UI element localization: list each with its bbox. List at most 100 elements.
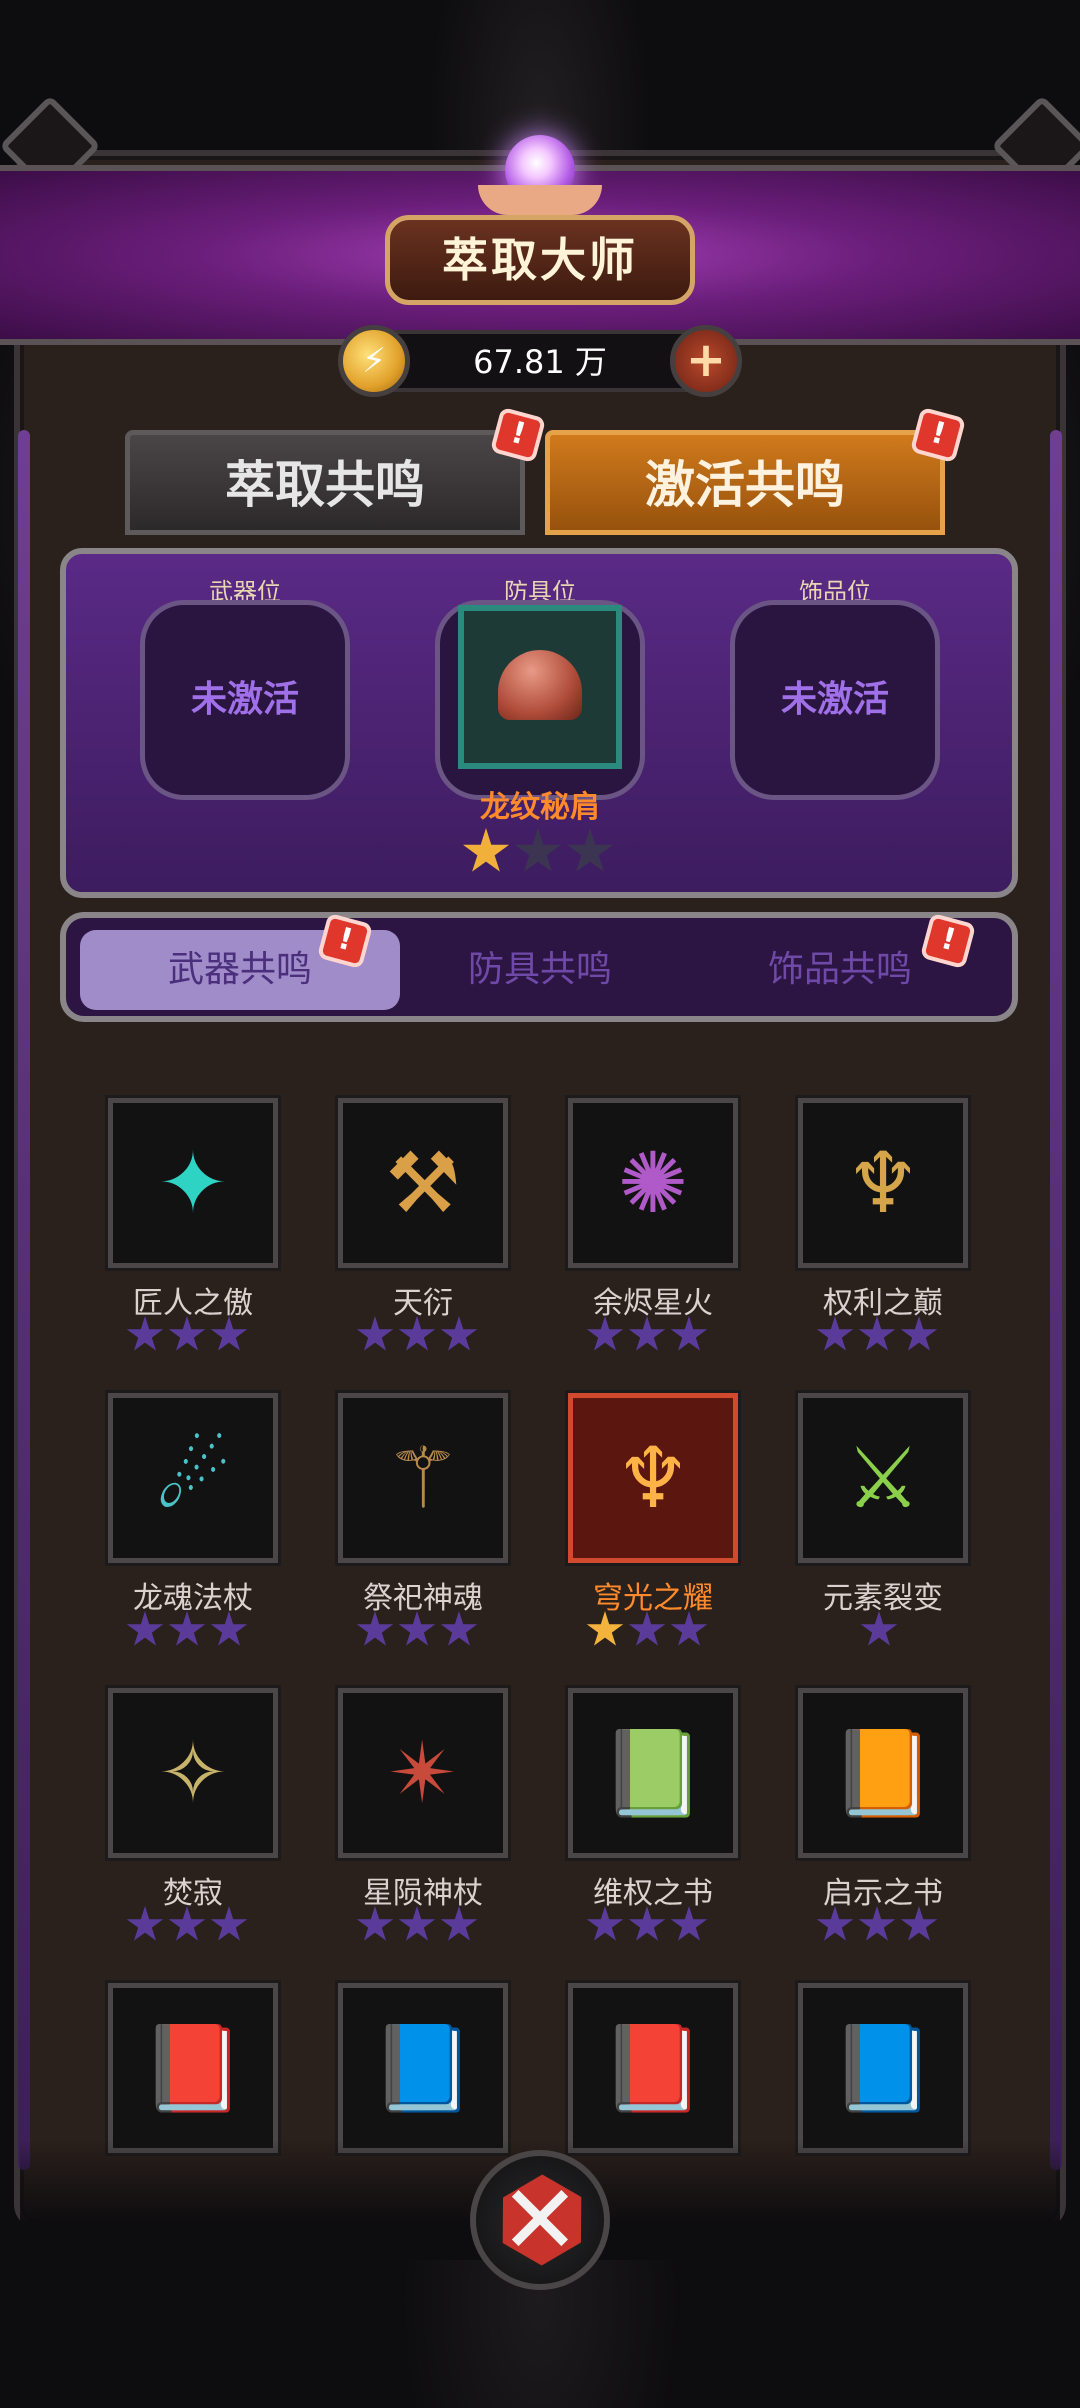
subtab-armor-resonance[interactable]: 防具共鸣 (380, 930, 700, 1010)
item-frame[interactable]: ☄ (105, 1390, 281, 1566)
tab-activate-resonance[interactable]: 激活共鸣 (545, 430, 945, 535)
star-icon (126, 1611, 164, 1646)
weapon-icon: 📙 (830, 1723, 936, 1822)
star-icon (628, 1906, 666, 1941)
item-cell[interactable]: ✺ 余烬星火 (560, 1090, 790, 1370)
item-frame[interactable]: ♆ (795, 1095, 971, 1271)
item-stars (126, 1611, 248, 1649)
item-frame[interactable]: ♆ (565, 1390, 741, 1566)
item-stars (816, 1906, 938, 1944)
item-stars (356, 1611, 478, 1649)
star-icon (356, 1906, 394, 1941)
star-icon (210, 1316, 248, 1351)
star-icon (858, 1906, 896, 1941)
weapon-icon: 📗 (600, 1723, 706, 1822)
item-frame[interactable]: ✦ (105, 1095, 281, 1271)
item-cell[interactable]: 📙 启示之书 (790, 1680, 1020, 1960)
item-cell[interactable]: ✴ 星陨神杖 (330, 1680, 560, 1960)
add-currency-button[interactable]: + (670, 325, 742, 397)
star-icon (398, 1906, 436, 1941)
tab-extract-resonance[interactable]: 萃取共鸣 (125, 430, 525, 535)
item-cell[interactable]: 📗 维权之书 (560, 1680, 790, 1960)
star-icon (628, 1316, 666, 1351)
star-icon (860, 1611, 898, 1646)
item-cell[interactable]: ☄ 龙魂法杖 (100, 1385, 330, 1665)
coin-icon: ⚡ (338, 325, 410, 397)
item-stars (126, 1316, 248, 1354)
item-frame[interactable]: ⚚ (335, 1390, 511, 1566)
right-rail (1050, 430, 1062, 2170)
item-frame[interactable]: 📙 (795, 1685, 971, 1861)
star-icon (398, 1316, 436, 1351)
item-stars (860, 1611, 898, 1649)
star-icon (586, 1611, 624, 1646)
weapon-icon: ☄ (155, 1429, 231, 1527)
armor-item-name: 龙纹秘肩 (480, 790, 600, 825)
weapon-icon: ⚚ (385, 1429, 461, 1527)
item-stars (586, 1906, 708, 1944)
item-frame[interactable]: ⚔ (795, 1390, 971, 1566)
close-icon[interactable]: ✕ (470, 2150, 610, 2290)
star-icon (628, 1611, 666, 1646)
item-stars (126, 1906, 248, 1944)
weapon-icon: ⚒ (385, 1134, 461, 1232)
accessory-slot[interactable]: 未激活 (730, 600, 940, 800)
item-frame[interactable]: ✧ (105, 1685, 281, 1861)
star-icon (670, 1906, 708, 1941)
item-cell[interactable]: ⚚ 祭祀神魂 (330, 1385, 560, 1665)
star-icon (816, 1316, 854, 1351)
item-cell[interactable]: ✦ 匠人之傲 (100, 1090, 330, 1370)
star-icon (670, 1611, 708, 1646)
weapon-icon: 📘 (370, 2018, 476, 2117)
weapon-icon: 📕 (140, 2018, 246, 2117)
item-stars (356, 1906, 478, 1944)
item-frame[interactable]: 📗 (565, 1685, 741, 1861)
star-icon (900, 1316, 938, 1351)
item-frame[interactable]: ✺ (565, 1095, 741, 1271)
item-stars (356, 1316, 478, 1354)
left-rail (18, 430, 30, 2170)
star-icon (126, 1316, 164, 1351)
star-icon (210, 1906, 248, 1941)
star-icon (168, 1611, 206, 1646)
item-cell[interactable]: ♆ 穹光之耀 (560, 1385, 790, 1665)
item-frame[interactable]: 📕 (565, 1980, 741, 2156)
weapon-slot[interactable]: 未激活 (140, 600, 350, 800)
item-cell[interactable]: ⚔ 元素裂变 (790, 1385, 1020, 1665)
item-stars (586, 1611, 708, 1649)
weapon-icon: ✦ (157, 1134, 229, 1232)
star-icon (440, 1611, 478, 1646)
star-icon (900, 1906, 938, 1941)
weapon-icon: ✧ (157, 1724, 229, 1822)
star-icon (440, 1906, 478, 1941)
currency-amount: 67.81 万 (473, 343, 607, 381)
hand-icon (478, 185, 602, 215)
star-icon (126, 1906, 164, 1941)
weapon-icon: ⚔ (845, 1429, 921, 1527)
weapon-icon: ✴ (387, 1724, 459, 1822)
star-icon (514, 828, 562, 872)
armor-stars (462, 828, 614, 876)
star-icon (670, 1316, 708, 1351)
weapon-icon: ✺ (617, 1134, 689, 1232)
item-frame[interactable]: 📘 (335, 1980, 511, 2156)
weapon-icon: 📘 (830, 2018, 936, 2117)
item-frame[interactable]: 📘 (795, 1980, 971, 2156)
item-frame[interactable]: ✴ (335, 1685, 511, 1861)
item-cell[interactable]: ♆ 权利之巅 (790, 1090, 1020, 1370)
star-icon (462, 828, 510, 872)
star-icon (816, 1906, 854, 1941)
weapon-icon: 📕 (600, 2018, 706, 2117)
star-icon (586, 1906, 624, 1941)
item-stars (816, 1316, 938, 1354)
star-icon (168, 1316, 206, 1351)
star-icon (586, 1316, 624, 1351)
star-icon (566, 828, 614, 872)
item-frame[interactable]: ⚒ (335, 1095, 511, 1271)
star-icon (858, 1316, 896, 1351)
item-cell[interactable]: ✧ 焚寂 (100, 1680, 330, 1960)
item-stars (586, 1316, 708, 1354)
item-cell[interactable]: ⚒ 天衍 (330, 1090, 560, 1370)
star-icon (440, 1316, 478, 1351)
item-frame[interactable]: 📕 (105, 1980, 281, 2156)
